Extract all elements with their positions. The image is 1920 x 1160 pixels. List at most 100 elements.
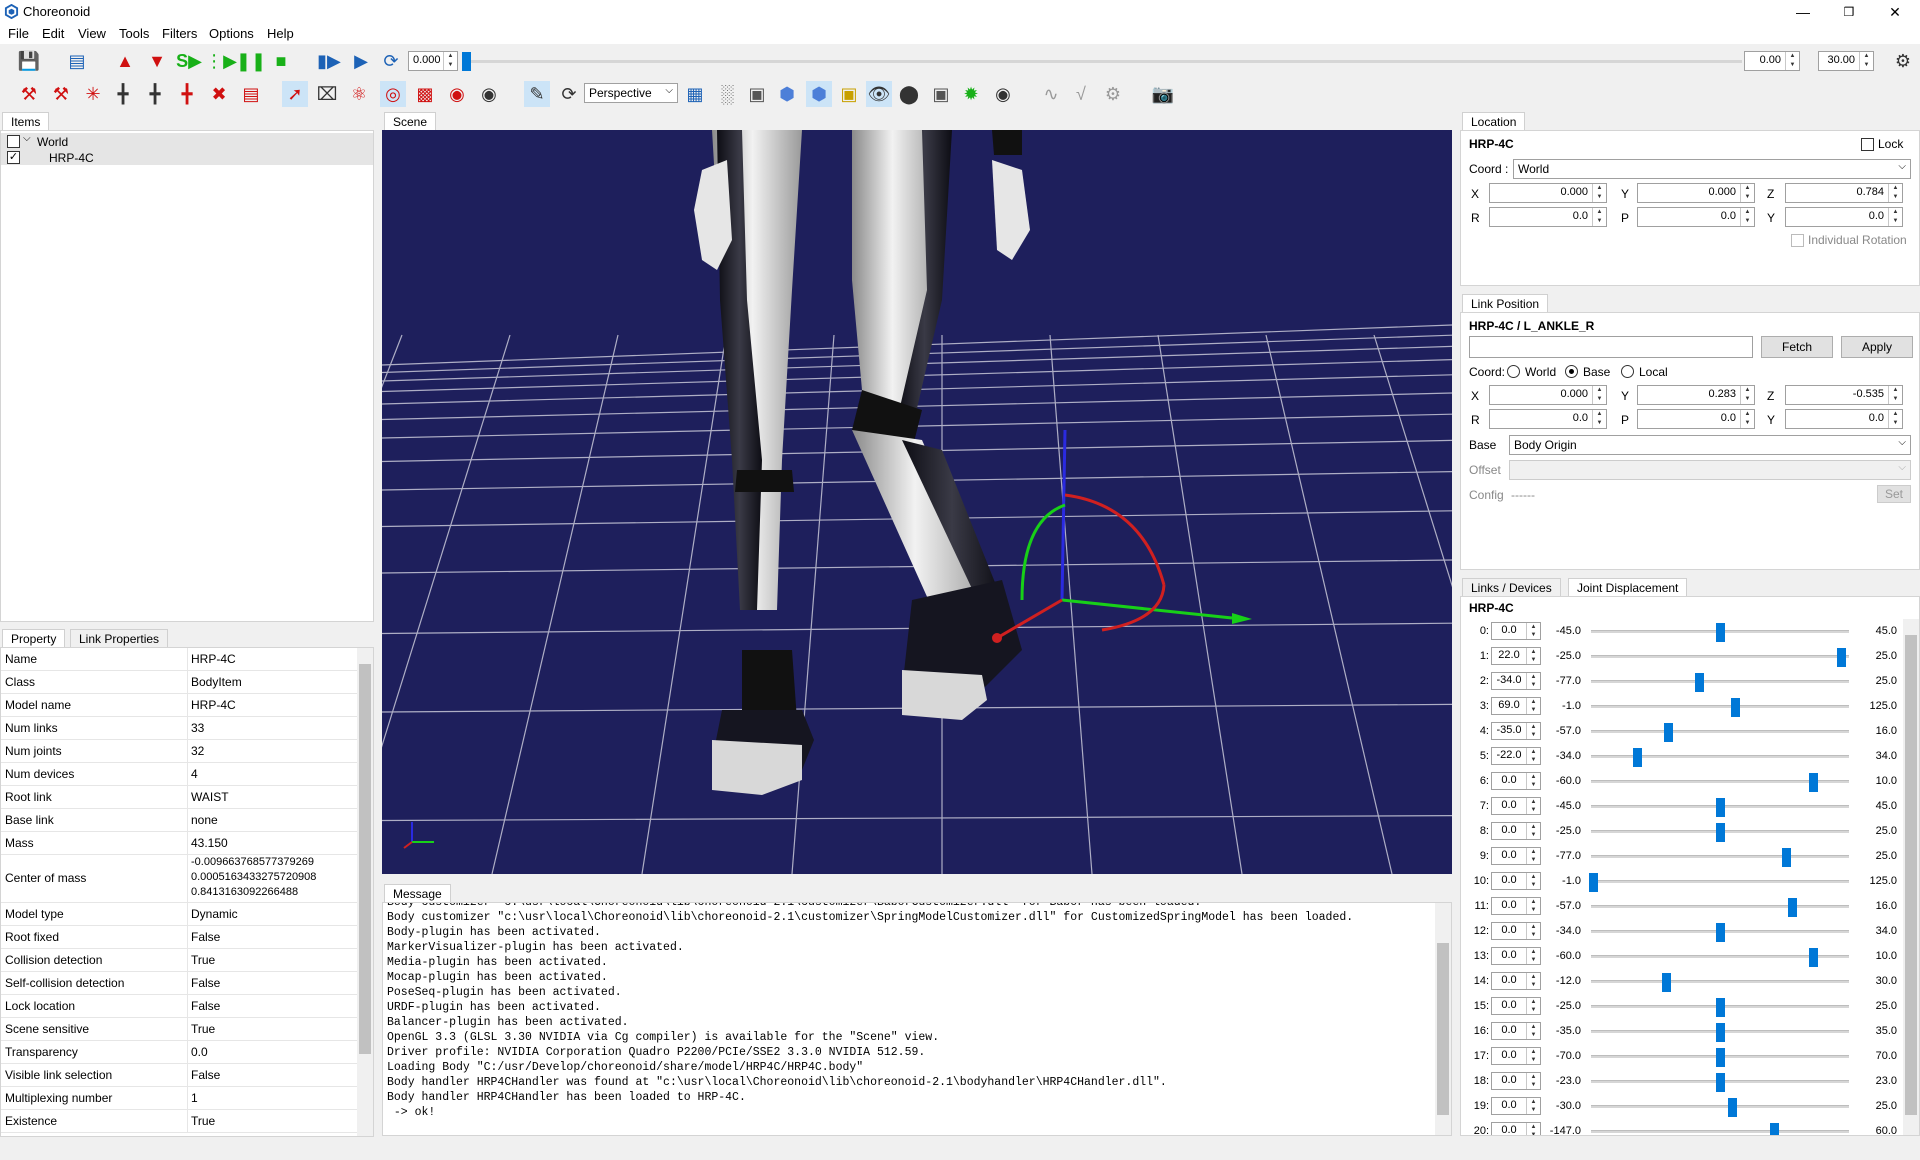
spin-arrows-icon[interactable]: ▲ ▼ xyxy=(1592,386,1606,404)
camera-icon[interactable]: 📷 xyxy=(1150,81,1176,107)
link-r-spinbox[interactable]: 0.0 ▲ ▼ xyxy=(1489,409,1607,429)
body-cm-icon[interactable]: ⚒ xyxy=(48,81,74,107)
minimize-button[interactable]: — xyxy=(1788,2,1818,22)
eye-icon[interactable]: 👁 xyxy=(866,81,892,107)
spin-arrows-icon[interactable]: ▲ ▼ xyxy=(1740,208,1754,226)
sim-step-icon[interactable]: ⋮▶ xyxy=(205,48,237,74)
joint-slider-thumb[interactable] xyxy=(1716,798,1725,817)
refresh-icon[interactable]: ⟳ xyxy=(378,48,404,74)
joint-slider[interactable] xyxy=(1591,748,1849,767)
joint-slider[interactable] xyxy=(1589,873,1849,892)
offset-select[interactable]: ⌵ xyxy=(1509,460,1911,480)
record-icon[interactable]: ◉ xyxy=(476,81,502,107)
joint-slider-thumb[interactable] xyxy=(1633,748,1643,767)
tab-items[interactable]: Items xyxy=(2,112,50,130)
spin-arrows-icon[interactable]: ▲ ▼ xyxy=(1526,723,1540,739)
spin-arrows-icon[interactable]: ▲ ▼ xyxy=(1526,873,1540,889)
spin-arrows-icon[interactable]: ▲ ▼ xyxy=(1526,798,1540,814)
spin-arrows-icon[interactable]: ▲ ▼ xyxy=(1888,208,1902,226)
link-x-spinbox[interactable]: 0.000 ▲ ▼ xyxy=(1489,385,1607,405)
joint-value-spinbox[interactable]: 0.0 ▲ ▼ xyxy=(1491,1072,1541,1090)
graph-icon[interactable]: ∿ xyxy=(1038,81,1064,107)
spin-arrows-icon[interactable]: ▲ ▼ xyxy=(1526,748,1540,764)
joint-mode-icon[interactable]: ⚛ xyxy=(346,81,372,107)
sim-pause-bars-icon[interactable]: ❚❚ xyxy=(236,48,266,74)
scrollbar-thumb[interactable] xyxy=(359,664,371,1054)
property-row[interactable]: Scene sensitive True xyxy=(1,1018,357,1041)
location-x-spinbox[interactable]: 0.000 ▲ ▼ xyxy=(1489,183,1607,203)
polygon-icon[interactable]: ▣ xyxy=(744,81,770,107)
spin-arrows-icon[interactable]: ▲ ▼ xyxy=(1526,1048,1540,1064)
property-value[interactable]: False xyxy=(191,976,220,990)
property-row[interactable]: Collision detection True xyxy=(1,949,357,972)
joint-slider[interactable] xyxy=(1591,948,1849,967)
spin-arrows-icon[interactable]: ▲ ▼ xyxy=(1526,948,1540,964)
play-from-start-icon[interactable]: ▮▶ xyxy=(316,48,342,74)
individual-rotation-checkbox[interactable] xyxy=(1791,234,1804,247)
joint-slider[interactable] xyxy=(1591,673,1849,692)
spin-arrows-icon[interactable]: ▲ ▼ xyxy=(1526,973,1540,989)
robot-icon[interactable]: ▩ xyxy=(412,81,438,107)
property-value[interactable]: BodyItem xyxy=(191,675,242,689)
joint-slider-thumb[interactable] xyxy=(1695,673,1705,692)
scrollbar[interactable] xyxy=(1435,903,1451,1135)
toggle-icon[interactable]: ⬤ xyxy=(896,81,922,107)
texture-icon[interactable]: ▣ xyxy=(836,81,862,107)
tab-scene[interactable]: Scene xyxy=(384,112,437,130)
range-start-spinbox[interactable]: 0.00 ▲ ▼ xyxy=(1744,51,1800,71)
property-row[interactable]: Lock location False xyxy=(1,995,357,1018)
rotate-view-icon[interactable]: ⟳ xyxy=(556,81,582,107)
spin-arrows-icon[interactable]: ▲ ▼ xyxy=(1740,410,1754,428)
project-icon[interactable]: ▤ xyxy=(64,48,90,74)
joint-slider[interactable] xyxy=(1591,623,1849,642)
joint-slider-thumb[interactable] xyxy=(1808,773,1818,792)
menu-filters[interactable]: Filters xyxy=(162,26,197,41)
joint-value-spinbox[interactable]: 0.0 ▲ ▼ xyxy=(1491,972,1541,990)
property-row[interactable]: Visible link selection False xyxy=(1,1064,357,1087)
spin-arrows-icon[interactable]: ▲ ▼ xyxy=(1888,410,1902,428)
joint-slider-thumb[interactable] xyxy=(1716,923,1725,942)
world-checkbox[interactable] xyxy=(7,135,20,148)
joint-slider-thumb[interactable] xyxy=(1770,1123,1780,1135)
joint-slider-thumb[interactable] xyxy=(1808,948,1818,967)
joint-slider-thumb[interactable] xyxy=(1664,723,1674,742)
body-origin-icon[interactable]: ⚒ xyxy=(16,81,42,107)
scrollbar-thumb[interactable] xyxy=(1905,635,1917,1115)
property-row[interactable]: Num links 33 xyxy=(1,717,357,740)
joint-slider[interactable] xyxy=(1591,923,1849,942)
sim-restart-icon[interactable]: ▼ xyxy=(144,48,170,74)
property-row[interactable]: Class BodyItem xyxy=(1,671,357,694)
joint-slider-thumb[interactable] xyxy=(1716,1073,1725,1092)
joint-slider-thumb[interactable] xyxy=(1716,823,1725,842)
hrp4c-checkbox[interactable]: ✓ xyxy=(7,151,20,164)
scrollbar[interactable] xyxy=(1903,619,1919,1135)
link-p-spinbox[interactable]: 0.0 ▲ ▼ xyxy=(1637,409,1755,429)
cube-icon[interactable]: ▣ xyxy=(928,81,954,107)
property-row[interactable]: Root fixed False xyxy=(1,926,357,949)
property-value[interactable]: False xyxy=(191,930,220,944)
close-button[interactable]: ✕ xyxy=(1880,2,1910,22)
joint-slider-thumb[interactable] xyxy=(1781,848,1791,867)
joint-slider-thumb[interactable] xyxy=(1727,1098,1737,1117)
link-yaw-spinbox[interactable]: 0.0 ▲ ▼ xyxy=(1785,409,1903,429)
joint-slider[interactable] xyxy=(1591,1098,1849,1117)
spin-arrows-icon[interactable]: ▲ ▼ xyxy=(1592,184,1606,202)
shade-icon[interactable]: ⬢ xyxy=(806,81,832,107)
property-value[interactable]: HRP-4C xyxy=(191,652,236,666)
maximize-button[interactable]: ❒ xyxy=(1834,2,1864,22)
joint-slider-thumb[interactable] xyxy=(1837,648,1847,667)
property-row[interactable]: Name HRP-4C xyxy=(1,648,357,671)
spin-arrows-icon[interactable]: ▲ ▼ xyxy=(1740,184,1754,202)
location-r-spinbox[interactable]: 0.0 ▲ ▼ xyxy=(1489,207,1607,227)
property-value[interactable]: 4 xyxy=(191,767,198,781)
property-row[interactable]: Num devices 4 xyxy=(1,763,357,786)
menu-edit[interactable]: Edit xyxy=(42,26,64,41)
location-z-spinbox[interactable]: 0.784 ▲ ▼ xyxy=(1785,183,1903,203)
spin-arrows-icon[interactable]: ▲ ▼ xyxy=(1526,998,1540,1014)
graph-edit-icon[interactable]: √ xyxy=(1068,81,1094,107)
joint-slider[interactable] xyxy=(1591,998,1849,1017)
property-row[interactable]: Num joints 32 xyxy=(1,740,357,763)
joint-value-spinbox[interactable]: 0.0 ▲ ▼ xyxy=(1491,772,1541,790)
property-value[interactable]: HRP-4C xyxy=(191,698,236,712)
joint-slider-thumb[interactable] xyxy=(1661,973,1671,992)
